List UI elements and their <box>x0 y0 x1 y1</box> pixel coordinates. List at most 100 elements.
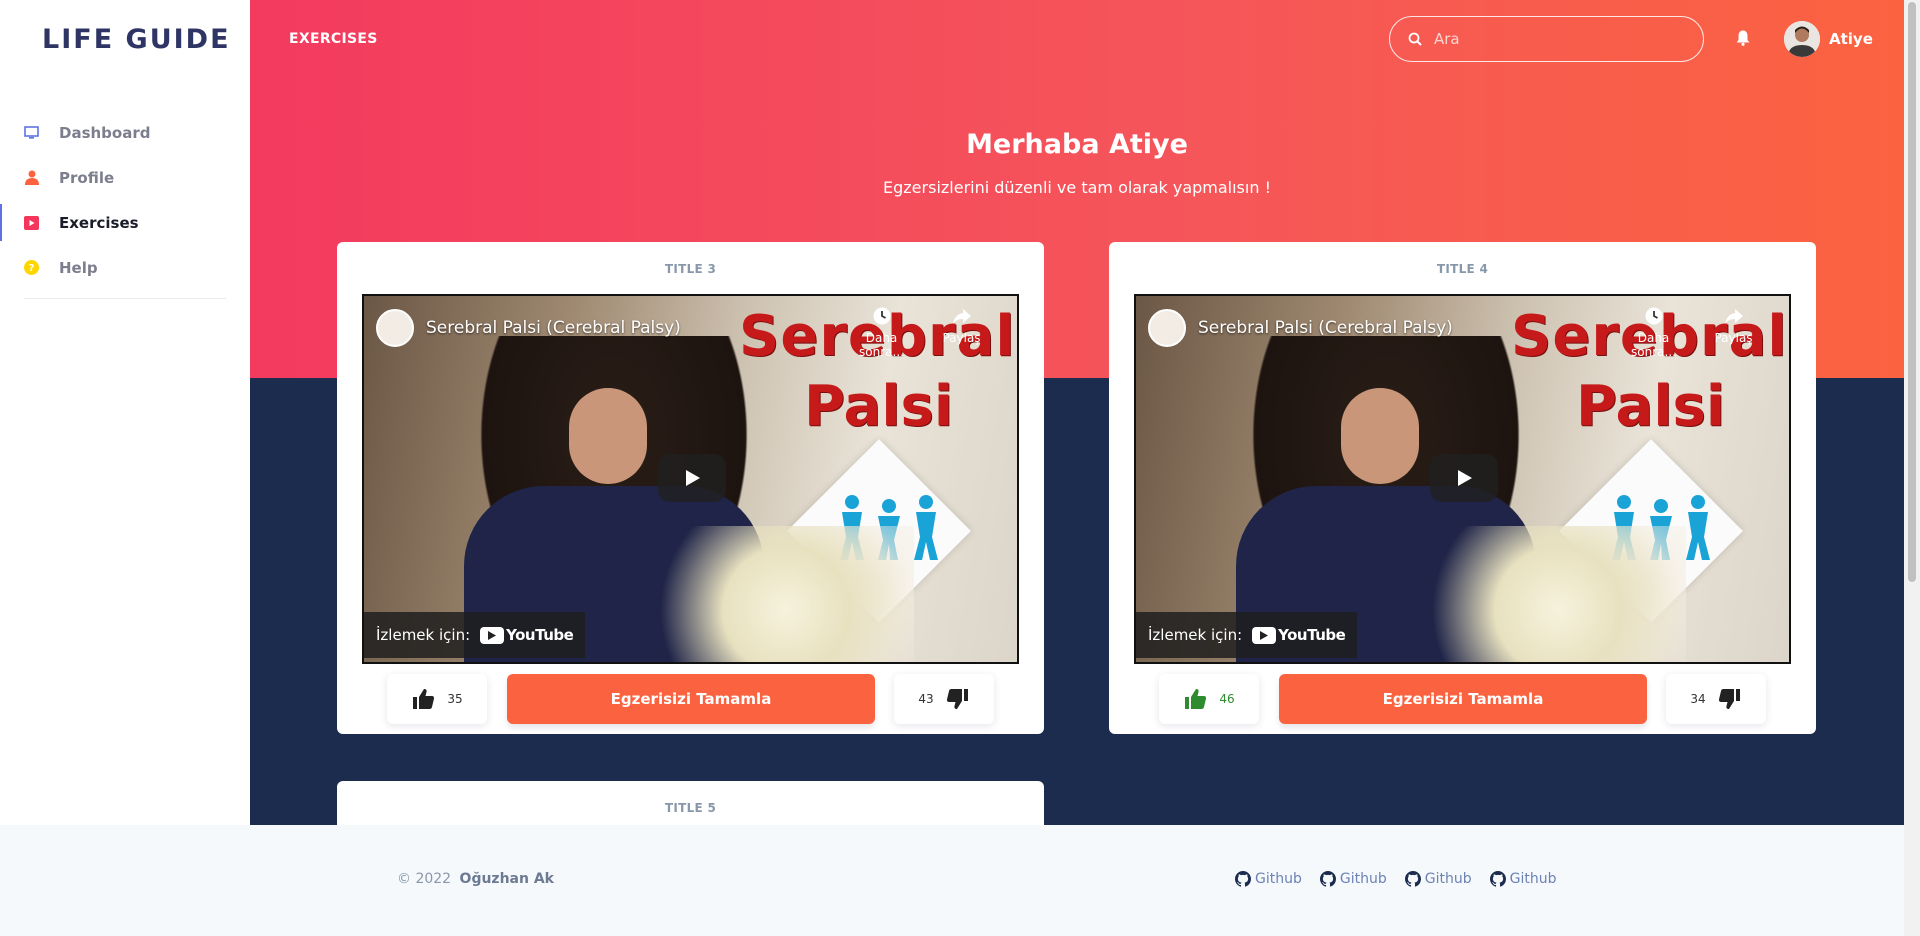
watch-on-youtube-button[interactable]: İzlemek için: YouTube <box>1136 612 1358 658</box>
dislike-button[interactable]: 43 <box>894 674 994 724</box>
share-icon <box>924 306 999 331</box>
user-menu[interactable]: Atiye <box>1784 21 1873 57</box>
video-thumbnail-face <box>569 388 647 484</box>
dislike-count: 34 <box>1690 692 1706 706</box>
sidebar: LIFE GUIDE Dashboard Profile Exercises ?… <box>0 0 250 825</box>
video-player[interactable]: Serebral Palsi Serebral Palsi (Cerebral … <box>362 294 1019 664</box>
channel-avatar[interactable] <box>376 309 414 347</box>
search-input[interactable] <box>1434 30 1674 48</box>
github-label: Github <box>1255 871 1302 887</box>
github-icon <box>1235 871 1251 887</box>
youtube-logo: YouTube <box>480 626 574 644</box>
main-content: EXERCISES Atiye Merhaba Atiye Egzersizle… <box>250 0 1904 825</box>
copyright-text: © 2022 <box>397 871 452 887</box>
like-button[interactable]: 35 <box>387 674 487 724</box>
video-overlay-text: Palsi <box>804 374 954 439</box>
bell-icon[interactable] <box>1736 30 1750 50</box>
github-label: Github <box>1509 871 1557 887</box>
share-button[interactable]: Paylaş <box>1696 306 1771 345</box>
sidebar-item-label: Dashboard <box>59 123 151 142</box>
like-count: 46 <box>1219 692 1235 706</box>
play-button[interactable] <box>1430 454 1498 502</box>
author-link[interactable]: Oğuzhan Ak <box>460 871 554 887</box>
dislike-button[interactable]: 34 <box>1666 674 1766 724</box>
thumbs-down-icon <box>1718 689 1740 709</box>
video-title[interactable]: Serebral Palsi (Cerebral Palsy) <box>426 318 681 338</box>
svg-text:?: ? <box>29 263 35 274</box>
user-icon <box>24 170 39 185</box>
play-icon <box>686 470 700 486</box>
complete-exercise-button[interactable]: Egzerisizi Tamamla <box>507 674 875 724</box>
card-title: TITLE 4 <box>1436 262 1489 276</box>
youtube-label: YouTube <box>1278 626 1346 644</box>
github-link[interactable]: Github <box>1489 871 1557 887</box>
exercise-card: TITLE 4 Serebral Palsi Serebral Palsi (C… <box>1109 242 1816 734</box>
share-label: Paylaş <box>942 331 981 345</box>
thumbs-down-icon <box>946 689 968 709</box>
share-button[interactable]: Paylaş <box>924 306 999 345</box>
help-circle-icon: ? <box>24 260 39 275</box>
play-icon <box>1458 470 1472 486</box>
card-title: TITLE 5 <box>664 801 717 815</box>
avatar <box>1784 21 1820 57</box>
watch-on-label: İzlemek için: <box>376 626 471 644</box>
github-link[interactable]: Github <box>1319 871 1387 887</box>
scrollbar-thumb[interactable] <box>1908 2 1916 582</box>
sidebar-item-help[interactable]: ? Help <box>0 245 250 290</box>
video-player[interactable]: Serebral Palsi Serebral Palsi (Cerebral … <box>1134 294 1791 664</box>
watch-later-label: Daha sonra... <box>1631 331 1676 359</box>
page-title[interactable]: EXERCISES <box>289 31 378 47</box>
watch-on-youtube-button[interactable]: İzlemek için: YouTube <box>364 612 586 658</box>
card-actions: 35 Egzerisizi Tamamla 43 <box>337 674 1044 726</box>
sidebar-item-profile[interactable]: Profile <box>0 155 250 200</box>
video-thumbnail-face <box>1341 388 1419 484</box>
complete-exercise-button[interactable]: Egzerisizi Tamamla <box>1279 674 1647 724</box>
channel-avatar[interactable] <box>1148 309 1186 347</box>
github-label: Github <box>1339 871 1387 887</box>
footer: © 2022 Oğuzhan Ak Github Github Github G… <box>0 825 1904 936</box>
thumbs-up-icon <box>413 689 435 709</box>
youtube-label: YouTube <box>506 626 574 644</box>
sidebar-item-dashboard[interactable]: Dashboard <box>0 110 250 155</box>
sidebar-nav: Dashboard Profile Exercises ? Help <box>0 110 250 290</box>
clock-icon <box>844 306 919 331</box>
youtube-play-icon <box>480 626 505 644</box>
scrollbar[interactable] <box>1904 0 1920 936</box>
greeting-subtitle: Egzersizlerini düzenli ve tam olarak yap… <box>883 178 1271 197</box>
user-name: Atiye <box>1829 30 1873 48</box>
monitor-icon <box>24 125 39 140</box>
youtube-play-icon <box>1252 626 1277 644</box>
youtube-logo: YouTube <box>1252 626 1346 644</box>
github-label: Github <box>1424 871 1472 887</box>
sidebar-item-exercises[interactable]: Exercises <box>0 200 250 245</box>
github-icon <box>1404 871 1421 887</box>
github-link[interactable]: Github <box>1235 871 1302 887</box>
sidebar-divider <box>24 298 226 299</box>
dislike-count: 43 <box>918 692 934 706</box>
video-overlay-text: Palsi <box>1576 374 1726 439</box>
github-icon <box>1489 871 1506 887</box>
exercise-card: TITLE 5 <box>337 781 1044 825</box>
sidebar-item-label: Profile <box>59 168 115 187</box>
play-square-icon <box>24 215 39 230</box>
watch-on-label: İzlemek için: <box>1148 626 1243 644</box>
play-button[interactable] <box>658 454 726 502</box>
video-title[interactable]: Serebral Palsi (Cerebral Palsy) <box>1198 318 1453 338</box>
search-box[interactable] <box>1389 16 1704 62</box>
clock-icon <box>1616 306 1691 331</box>
thumbs-up-icon <box>1185 689 1207 709</box>
github-link[interactable]: Github <box>1404 871 1472 887</box>
video-thumbnail-flowers <box>1366 526 1686 662</box>
brand-logo[interactable]: LIFE GUIDE <box>42 24 231 55</box>
sidebar-item-label: Exercises <box>59 213 139 232</box>
copyright: © 2022 Oğuzhan Ak <box>397 871 554 887</box>
watch-later-label: Daha sonra... <box>859 331 904 359</box>
like-button[interactable]: 46 <box>1159 674 1259 724</box>
video-thumbnail-flowers <box>594 526 914 662</box>
watch-later-button[interactable]: Daha sonra... <box>844 306 919 359</box>
sidebar-item-label: Help <box>59 258 98 277</box>
exercise-card: TITLE 3 Serebral Palsi Serebral Palsi (C… <box>337 242 1044 734</box>
card-actions: 46 Egzerisizi Tamamla 34 <box>1109 674 1816 726</box>
watch-later-button[interactable]: Daha sonra... <box>1616 306 1691 359</box>
share-icon <box>1696 306 1771 331</box>
